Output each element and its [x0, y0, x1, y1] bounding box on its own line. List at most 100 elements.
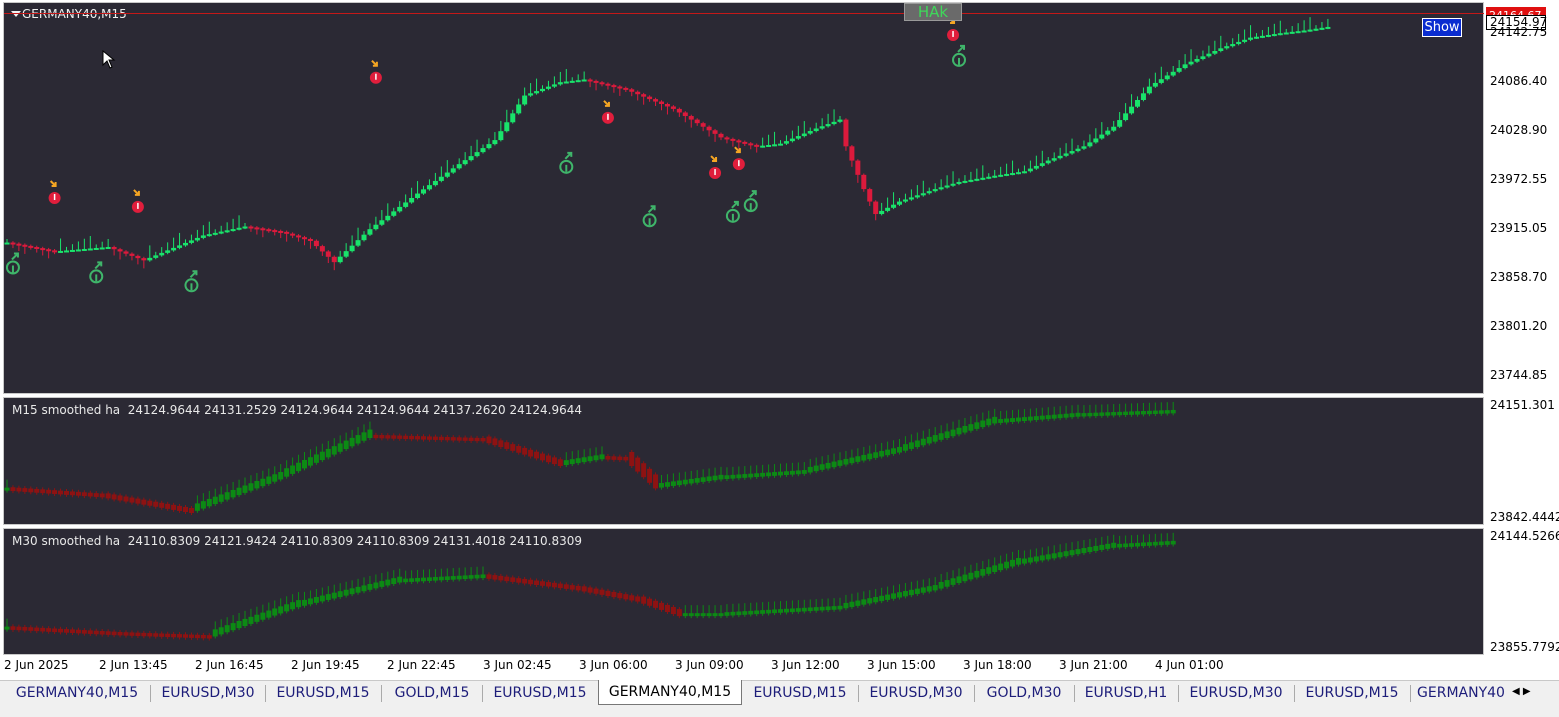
candle-body — [897, 201, 902, 205]
candle-body — [409, 198, 415, 203]
ha-body — [1170, 540, 1176, 545]
candle-body — [254, 227, 260, 230]
candle-body — [194, 237, 200, 241]
tab-eurusd-m30[interactable]: EURUSD,M30 — [1179, 681, 1293, 705]
ha-body — [730, 611, 736, 616]
ha-body — [837, 460, 843, 466]
ha-body — [272, 474, 278, 482]
sell-arrow-icon — [371, 60, 378, 67]
ha-body — [391, 578, 397, 585]
tab-gold-m15[interactable]: GOLD,M15 — [382, 681, 482, 705]
candle-body — [1129, 106, 1135, 114]
tab-eurusd-m15[interactable]: EURUSD,M15 — [1295, 681, 1409, 705]
ha-body — [635, 457, 641, 472]
ha-body — [1021, 558, 1027, 564]
hak-button[interactable]: HAk — [904, 3, 962, 21]
tab-eurusd-m30[interactable]: EURUSD,M30 — [859, 681, 973, 705]
ha-body — [885, 594, 891, 600]
ha-body — [664, 604, 670, 612]
candle-body — [813, 128, 819, 132]
ha-body — [956, 427, 962, 435]
ha-body — [676, 480, 682, 486]
ha-body — [325, 448, 331, 458]
candle-body — [212, 232, 218, 235]
candle-body — [284, 231, 290, 234]
ha-body — [938, 581, 944, 589]
ha-body — [795, 608, 801, 612]
candle-body — [664, 104, 670, 107]
ha-body — [16, 626, 22, 631]
ha-body — [1123, 411, 1129, 416]
candle-body — [980, 177, 986, 180]
ha-body — [242, 485, 248, 493]
tab-germany40[interactable]: GERMANY40 — [1411, 681, 1511, 705]
ha-body — [504, 442, 510, 449]
show-button[interactable]: Show — [1422, 18, 1462, 37]
scroll-left-icon[interactable]: ◀ — [1512, 686, 1520, 697]
candle-body — [914, 195, 920, 198]
candle-body — [623, 87, 629, 90]
ha-body — [754, 473, 760, 478]
ha-body — [260, 478, 266, 487]
ha-body — [456, 575, 462, 580]
ha-body — [682, 613, 688, 617]
candle-body — [462, 160, 468, 165]
ha-body — [861, 599, 867, 605]
ha-body — [801, 470, 807, 474]
ha-body — [397, 576, 403, 583]
candle-body — [783, 141, 789, 144]
ha-body — [611, 456, 617, 460]
candle-body — [64, 250, 69, 253]
ha-body — [1099, 544, 1105, 550]
candle-body — [444, 172, 450, 177]
ha-body — [1033, 556, 1039, 562]
candle-body — [456, 164, 462, 169]
tab-scroll-arrows[interactable]: ◀ ▶ — [1512, 686, 1531, 697]
tab-eurusd-h1[interactable]: EURUSD,H1 — [1075, 681, 1177, 705]
candle-body — [611, 85, 617, 88]
candle-body — [1230, 44, 1236, 47]
ha-body — [373, 434, 379, 439]
candle-body — [343, 251, 349, 257]
candle-body — [355, 240, 361, 246]
ha-body — [914, 440, 920, 448]
tab-germany40-m15-active[interactable]: GERMANY40,M15 — [598, 680, 742, 705]
candle-body — [653, 99, 659, 102]
ha-body — [34, 488, 40, 493]
ha-body — [432, 577, 438, 581]
ha-body — [260, 612, 266, 620]
ha-body — [432, 436, 438, 440]
ha-body — [474, 437, 480, 442]
candle-body — [825, 124, 831, 127]
ha-body — [629, 595, 635, 601]
sell-arrow-icon — [49, 180, 57, 187]
candle-body — [1051, 158, 1057, 161]
ha-body — [438, 436, 444, 441]
candle-body — [87, 248, 93, 251]
ha-body — [593, 455, 599, 461]
ha-body — [1093, 545, 1099, 551]
candle-body — [778, 143, 783, 146]
candle-body — [498, 131, 504, 141]
tab-eurusd-m15[interactable]: EURUSD,M15 — [483, 681, 597, 705]
tab-eurusd-m30[interactable]: EURUSD,M30 — [151, 681, 265, 705]
ha-body — [688, 478, 694, 484]
ha-body — [421, 577, 426, 582]
tab-germany40-m15[interactable]: GERMANY40,M15 — [4, 681, 150, 705]
candle-body — [1123, 113, 1129, 121]
buy-arrow-icon — [731, 200, 739, 209]
ha-body — [1069, 550, 1075, 556]
candle-body — [1188, 61, 1194, 65]
tab-eurusd-m15[interactable]: EURUSD,M15 — [743, 681, 857, 705]
ha-body — [444, 436, 450, 441]
candle-body — [1295, 31, 1301, 34]
tab-gold-m30[interactable]: GOLD,M30 — [975, 681, 1073, 705]
ha-body — [58, 490, 64, 495]
ha-body — [1140, 542, 1146, 547]
ha-body — [242, 618, 248, 627]
ha-body — [4, 487, 10, 491]
scroll-right-icon[interactable]: ▶ — [1523, 686, 1531, 697]
sell-arrow-icon — [603, 100, 610, 107]
tab-eurusd-m15[interactable]: EURUSD,M15 — [266, 681, 380, 705]
ha-body — [551, 457, 557, 465]
